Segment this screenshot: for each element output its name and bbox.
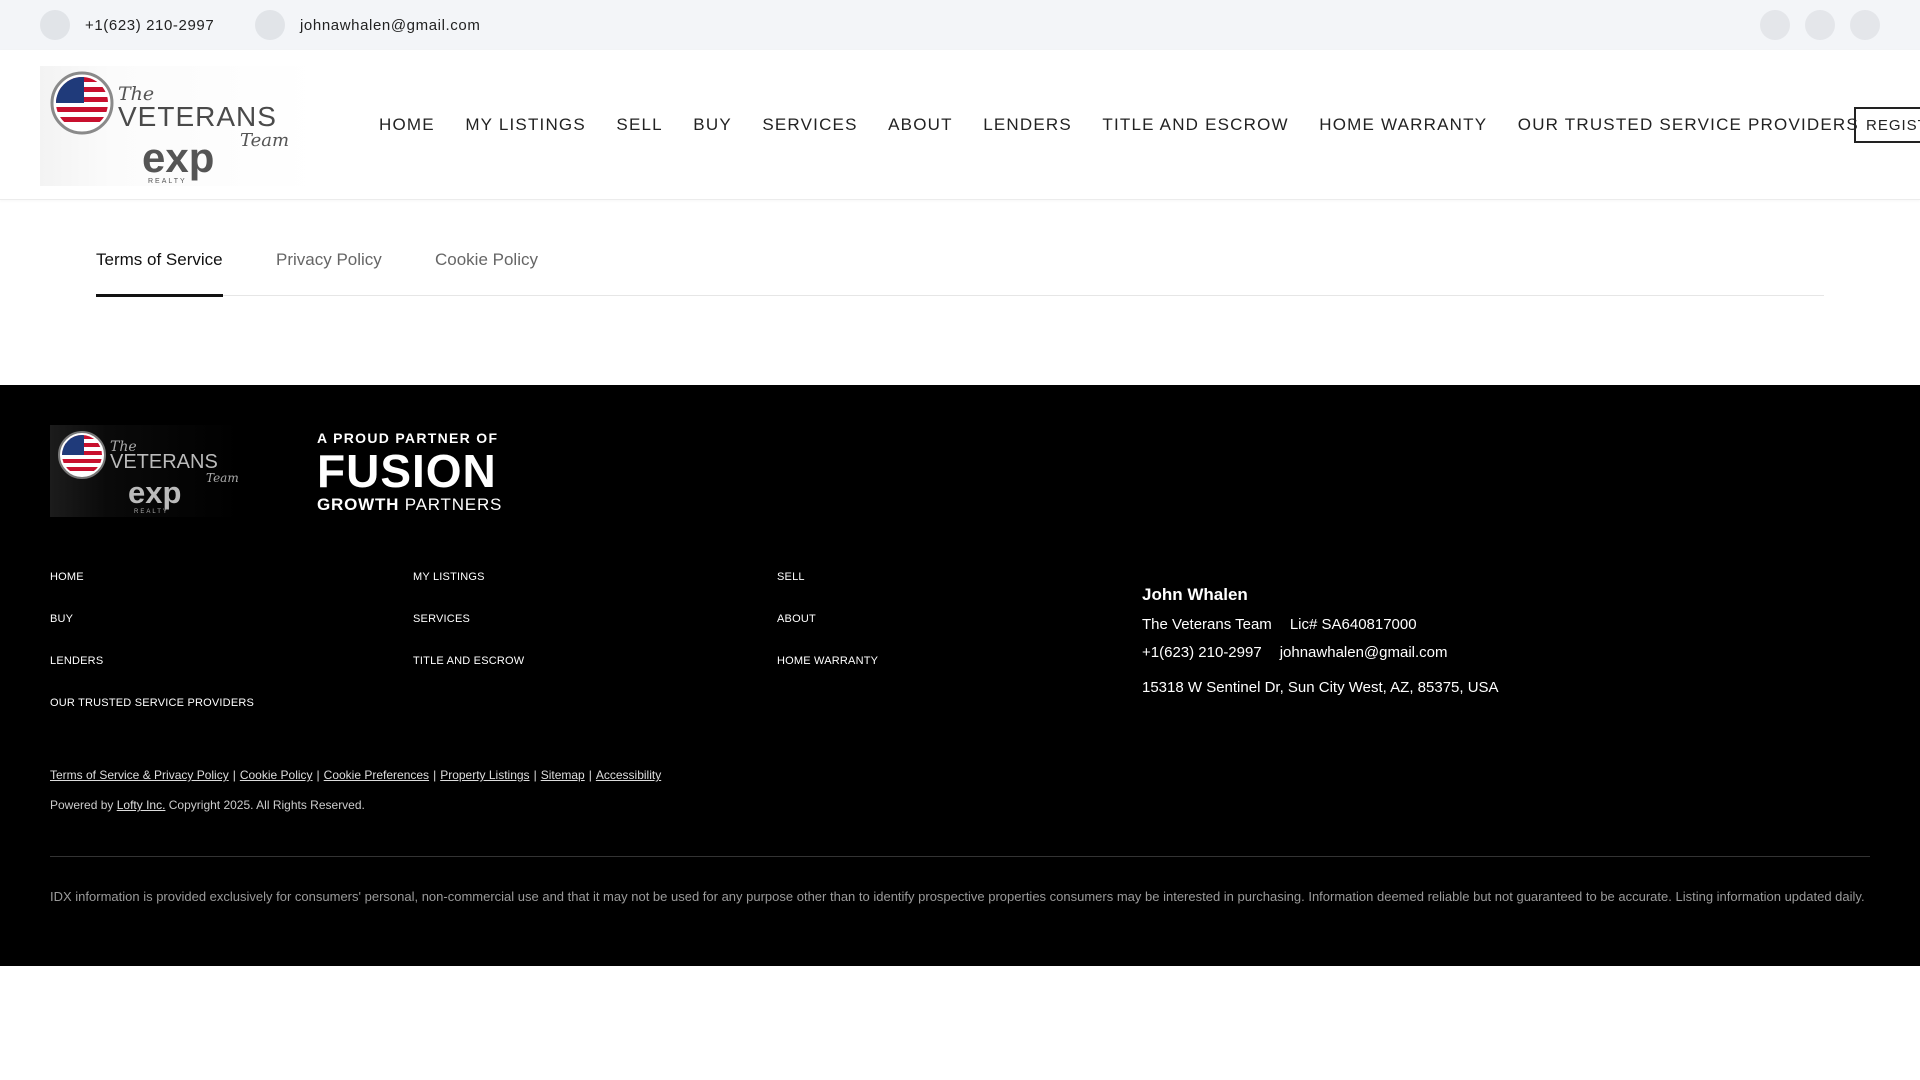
- nav-services[interactable]: SERVICES: [762, 115, 857, 135]
- powered-by: Powered by Lofty Inc. Copyright 2025. Al…: [50, 798, 365, 812]
- svg-text:Team: Team: [240, 130, 289, 151]
- svg-text:VETERANS: VETERANS: [118, 101, 277, 132]
- nav-home-warranty[interactable]: HOME WARRANTY: [1319, 115, 1487, 135]
- agent-team: The Veterans Team: [1142, 616, 1272, 633]
- svg-text:Team: Team: [206, 471, 239, 485]
- nav-home[interactable]: HOME: [379, 115, 435, 135]
- agent-email[interactable]: johnawhalen@gmail.com: [1280, 644, 1448, 661]
- copyright: Copyright 2025. All Rights Reserved.: [168, 798, 365, 812]
- footer-link-trusted-service-providers[interactable]: OUR TRUSTED SERVICE PROVIDERS: [50, 697, 254, 709]
- legal-link-cookie-policy[interactable]: Cookie Policy: [240, 768, 313, 782]
- footer-link-buy[interactable]: BUY: [50, 613, 73, 625]
- top-contact-bar: +1(623) 210-2997 johnawhalen@gmail.com: [0, 0, 1920, 50]
- register-button[interactable]: REGISTER: [1854, 107, 1920, 143]
- topbar-email[interactable]: johnawhalen@gmail.com: [255, 0, 480, 50]
- topbar-phone[interactable]: +1(623) 210-2997: [40, 0, 214, 50]
- nav-sell[interactable]: SELL: [616, 115, 662, 135]
- footer-link-services[interactable]: SERVICES: [413, 613, 470, 625]
- legal-link-cookie-preferences[interactable]: Cookie Preferences: [324, 768, 429, 782]
- legal-link-sitemap[interactable]: Sitemap: [541, 768, 585, 782]
- footer-divider: [50, 856, 1870, 857]
- nav-buy[interactable]: BUY: [693, 115, 732, 135]
- tab-cookie-policy[interactable]: Cookie Policy: [435, 250, 538, 296]
- agent-contact-row: +1(623) 210-2997 johnawhalen@gmail.com: [1142, 644, 1499, 661]
- svg-text:VETERANS: VETERANS: [110, 451, 218, 473]
- legal-link-accessibility[interactable]: Accessibility: [596, 768, 661, 782]
- agent-team-row: The Veterans Team Lic# SA640817000: [1142, 616, 1499, 633]
- topbar-email-text[interactable]: johnawhalen@gmail.com: [300, 17, 480, 34]
- email-icon: [255, 10, 285, 40]
- lofty-link[interactable]: Lofty Inc.: [117, 798, 166, 812]
- footer-link-about[interactable]: ABOUT: [777, 613, 816, 625]
- nav-title-and-escrow[interactable]: TITLE AND ESCROW: [1102, 115, 1288, 135]
- footer-link-home[interactable]: HOME: [50, 571, 84, 583]
- legal-links: Terms of Service & Privacy Policy | Cookie…: [50, 768, 662, 782]
- footer-link-title-and-escrow[interactable]: TITLE AND ESCROW: [413, 655, 524, 667]
- agent-phone[interactable]: +1(623) 210-2997: [1142, 644, 1262, 661]
- idx-disclaimer: IDX information is provided exclusively …: [50, 889, 1865, 904]
- fusion-partner-logo: A PROUD PARTNER OF FUSION GROWTH PARTNER…: [317, 430, 512, 515]
- agent-name: John Whalen: [1142, 585, 1248, 604]
- svg-text:REALTY: REALTY: [148, 178, 187, 185]
- nav-about[interactable]: ABOUT: [888, 115, 953, 135]
- footer-link-sell[interactable]: SELL: [777, 571, 805, 583]
- footer-link-my-listings[interactable]: MY LISTINGS: [413, 571, 485, 583]
- social-icon[interactable]: [1805, 10, 1835, 40]
- nav-my-listings[interactable]: MY LISTINGS: [465, 115, 586, 135]
- fusion-subtitle: GROWTH PARTNERS: [317, 495, 503, 514]
- fusion-tagline: A PROUD PARTNER OF: [317, 430, 499, 446]
- nav-lenders[interactable]: LENDERS: [983, 115, 1072, 135]
- tab-terms-of-service[interactable]: Terms of Service: [96, 250, 223, 297]
- footer-link-home-warranty[interactable]: HOME WARRANTY: [777, 655, 878, 667]
- svg-text:REALTY: REALTY: [134, 509, 169, 515]
- agent-license: Lic# SA640817000: [1289, 616, 1417, 633]
- veterans-team-logo: The VETERANS Team exp REALTY: [50, 71, 289, 185]
- agent-address: 15318 W Sentinel Dr, Sun City West, AZ, …: [1142, 679, 1499, 696]
- svg-text:exp: exp: [142, 134, 214, 181]
- veterans-team-footer-logo: The VETERANS Team exp REALTY: [58, 431, 239, 515]
- agent-info: John Whalen The Veterans Team Lic# SA6408…: [1142, 585, 1499, 696]
- tab-privacy-policy[interactable]: Privacy Policy: [276, 250, 382, 296]
- site-header: The VETERANS Team exp REALTY HOME MY LIS…: [0, 50, 1920, 200]
- topbar-phone-text[interactable]: +1(623) 210-2997: [85, 17, 214, 34]
- site-logo[interactable]: The VETERANS Team exp REALTY: [40, 66, 320, 186]
- svg-text:exp: exp: [128, 475, 181, 510]
- social-icon[interactable]: [1850, 10, 1880, 40]
- footer-logo[interactable]: The VETERANS Team exp REALTY: [50, 425, 240, 517]
- social-icon[interactable]: [1760, 10, 1790, 40]
- site-footer: The VETERANS Team exp REALTY A PROUD PAR…: [0, 385, 1920, 966]
- main-nav: HOME MY LISTINGS SELL BUY SERVICES ABOUT…: [379, 50, 1889, 200]
- nav-trusted-service-providers[interactable]: OUR TRUSTED SERVICE PROVIDERS: [1518, 115, 1859, 135]
- legal-link-property-listings[interactable]: Property Listings: [440, 768, 529, 782]
- phone-icon: [40, 10, 70, 40]
- fusion-wordmark: FUSION: [317, 445, 497, 497]
- footer-link-lenders[interactable]: LENDERS: [50, 655, 103, 667]
- policy-tabs: Terms of Service Privacy Policy Cookie P…: [96, 250, 1824, 297]
- legal-link-terms-privacy[interactable]: Terms of Service & Privacy Policy: [50, 768, 229, 782]
